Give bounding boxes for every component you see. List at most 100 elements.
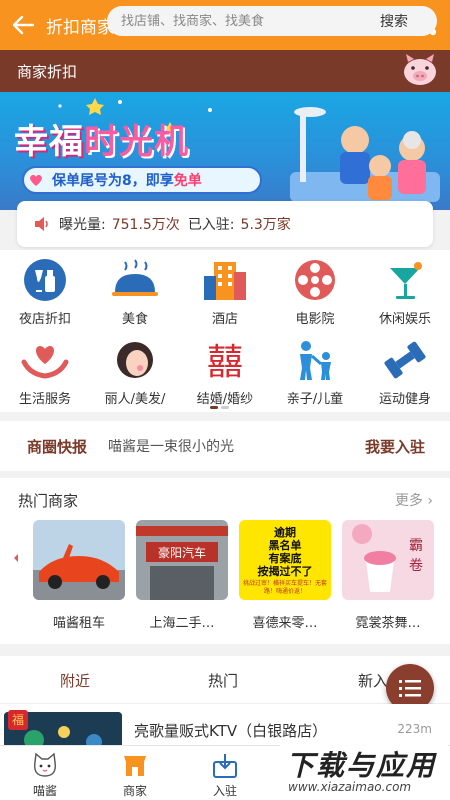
stats-card: 曝光量: 751.5万次 已入驻: 5.3万家 <box>17 201 433 247</box>
cocktail-icon <box>390 262 422 299</box>
news-tag: 商圈快报 <box>27 437 88 456</box>
dish-icon <box>112 259 158 296</box>
category-label: 电影院 <box>295 312 335 327</box>
fortune-badge: 福 <box>8 710 28 730</box>
watermark: 下载与应用 www.xiazaimao.com <box>280 742 448 800</box>
svg-text:囍: 囍 <box>207 342 243 382</box>
hotel-icon <box>204 262 246 300</box>
category-parent-child[interactable]: 亲子/儿童 <box>270 330 360 410</box>
double-happiness-icon: 囍 <box>207 342 243 382</box>
section-title: 热门商家 <box>18 492 79 510</box>
category-label: 休闲娱乐 <box>378 312 431 327</box>
dumbbell-icon <box>384 341 426 379</box>
scroll-left-icon <box>14 554 18 562</box>
card-text-line: 按揭过不了 <box>257 565 313 578</box>
nav-label: 喵酱 <box>32 784 57 798</box>
shop-icon <box>124 756 146 776</box>
search-button[interactable]: 搜索 <box>362 11 408 31</box>
svg-text:卷: 卷 <box>409 558 423 574</box>
join-button[interactable]: 我要入驻 <box>365 436 450 457</box>
heart-hands-icon <box>21 346 69 379</box>
svg-text:豪阳汽车: 豪阳汽车 <box>158 545 206 560</box>
category-beauty[interactable]: 丽人/美发/ <box>90 330 180 410</box>
category-nightclub[interactable]: 夜店折扣 <box>0 250 90 330</box>
more-label: 更多 <box>394 493 423 509</box>
nav-item-join[interactable]: 入驻 <box>190 752 260 799</box>
search-input[interactable] <box>107 13 362 29</box>
pill-text: 保单尾号为8，即享 <box>52 173 174 189</box>
merchant-name: 亮歌量贩式KTV（白银路店） <box>134 722 328 740</box>
category-grid: 夜店折扣 美食 酒店 电影院 休闲娱乐 生活服务 丽人/美发/ 囍 结婚/婚纱 … <box>0 250 450 412</box>
category-label: 运动健身 <box>378 392 431 407</box>
merchant-name: 霓裳茶舞… <box>355 616 421 631</box>
category-label: 酒店 <box>211 312 238 327</box>
category-label: 生活服务 <box>18 392 71 407</box>
nav-item-miaojiang[interactable]: 喵酱 <box>10 752 80 799</box>
news-text[interactable]: 喵酱是一束很小的光 <box>108 436 365 456</box>
category-label: 丽人/美发/ <box>104 392 166 407</box>
promo-banner[interactable]: 幸福时光机 保单尾号为8，即享 免单 <box>0 92 450 210</box>
merchant-image: 豪阳汽车 <box>136 520 228 600</box>
search-box[interactable]: 搜索 <box>107 6 437 36</box>
merchant-card[interactable]: 霸 卷 霓裳茶舞… <box>342 520 434 631</box>
exposure-label: 曝光量: <box>59 217 106 233</box>
distance: 223m <box>397 722 432 736</box>
nav-label: 入驻 <box>212 784 237 798</box>
category-label: 结婚/婚纱 <box>196 392 254 407</box>
chevron-right-icon: › <box>427 493 433 509</box>
merchant-card[interactable]: 豪阳汽车 上海二手… <box>136 520 228 631</box>
card-subtext: 挑战过审！横祥买车提车！无套路！嗨通价返！ <box>243 580 328 595</box>
category-food[interactable]: 美食 <box>90 250 180 330</box>
tab-hot[interactable]: 热门 <box>208 670 238 691</box>
headline-part-a: 幸福 <box>14 122 84 162</box>
back-arrow-icon <box>12 15 35 35</box>
category-hotel[interactable]: 酒店 <box>180 250 270 330</box>
tab-nearby[interactable]: 附近 <box>60 670 90 691</box>
category-life-service[interactable]: 生活服务 <box>0 330 90 410</box>
category-fitness[interactable]: 运动健身 <box>360 330 450 410</box>
list-tabs: 附近 热门 新入 <box>0 656 450 704</box>
merchant-card[interactable]: 喵酱租车 <box>33 520 125 631</box>
search-band: 商家折扣 <box>0 50 450 92</box>
category-leisure[interactable]: 休闲娱乐 <box>360 250 450 330</box>
category-cinema[interactable]: 电影院 <box>270 250 360 330</box>
tab-new[interactable]: 新入 <box>358 670 388 691</box>
pill-free-text: 免单 <box>173 173 202 189</box>
heart-icon <box>30 174 42 186</box>
merchant-card[interactable]: 逾期 黑名单 有案底 按揭过不了 挑战过审！横祥买车提车！无套路！嗨通价返！ 喜… <box>239 520 331 631</box>
news-strip: 商圈快报 喵酱是一束很小的光 我要入驻 <box>0 421 450 471</box>
pig-mascot-icon <box>404 54 436 85</box>
card-text-line: 逾期 <box>274 526 296 539</box>
banner-headline: 幸福时光机 <box>14 114 189 163</box>
card-text-line: 黑名单 <box>268 539 302 552</box>
merchant-image: 逾期 黑名单 有案底 按揭过不了 挑战过审！横祥买车提车！无套路！嗨通价返！ <box>239 520 331 600</box>
headline-part-b: 时光机 <box>84 122 189 162</box>
category-label: 美食 <box>121 312 148 327</box>
merchant-image: 霸 卷 <box>342 520 434 600</box>
film-reel-icon <box>295 260 335 300</box>
cat-icon <box>34 752 56 777</box>
category-label: 夜店折扣 <box>18 312 71 327</box>
more-link[interactable]: 更多 › <box>395 490 433 510</box>
page-dot <box>221 406 229 409</box>
merchant-name: 喜德来零… <box>252 616 318 631</box>
page-indicator <box>210 406 229 409</box>
banner-pill: 保单尾号为8，即享 免单 <box>22 166 262 194</box>
svg-text:霸: 霸 <box>409 538 423 554</box>
woman-icon <box>117 342 153 378</box>
merchant-name: 喵酱租车 <box>52 616 105 631</box>
nav-label: 商家 <box>122 784 147 798</box>
back-button[interactable] <box>0 0 46 50</box>
section-label: 商家折扣 <box>17 62 78 81</box>
page-dot <box>210 406 218 409</box>
joined-value: 5.3万家 <box>240 217 291 233</box>
watermark-url: www.xiazaimao.com <box>288 780 412 794</box>
category-label: 亲子/儿童 <box>286 392 344 407</box>
nav-item-shop[interactable]: 商家 <box>100 752 170 799</box>
category-wedding[interactable]: 囍 结婚/婚纱 <box>180 330 270 410</box>
merchant-name: 上海二手… <box>149 616 215 631</box>
exposure-value: 751.5万次 <box>111 217 180 233</box>
wine-icon <box>24 259 66 301</box>
merchant-image <box>33 520 125 600</box>
joined-label: 已入驻: <box>187 217 235 233</box>
